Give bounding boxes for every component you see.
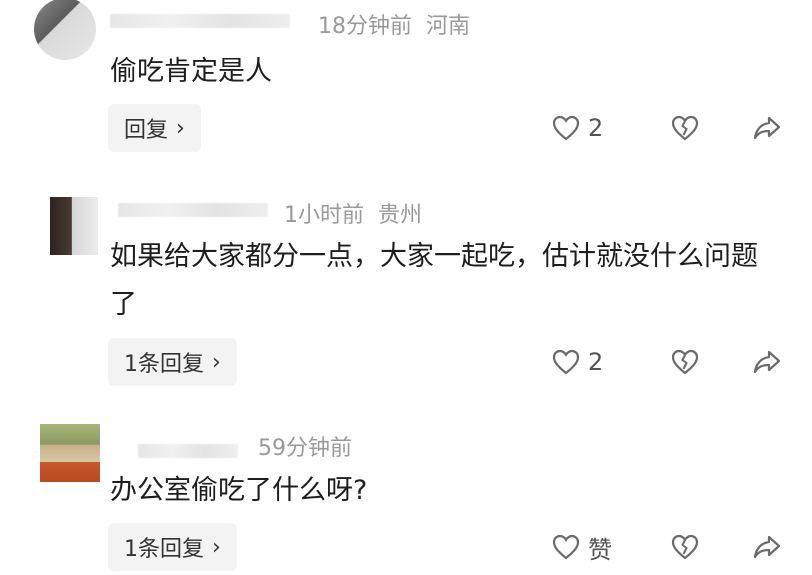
comment-time: 18分钟前 bbox=[318, 14, 412, 39]
share-arrow-icon bbox=[753, 116, 781, 140]
share-arrow-icon bbox=[753, 535, 781, 559]
dislike-button[interactable] bbox=[671, 523, 699, 571]
comment-meta: 18分钟前 河南 bbox=[318, 8, 470, 40]
username-blurred[interactable] bbox=[118, 203, 268, 217]
reply-label: 回复 bbox=[124, 118, 169, 143]
comment-text: 办公室偷吃了什么呀? bbox=[110, 475, 368, 506]
comment-location: 贵州 bbox=[378, 203, 423, 228]
comment-meta: 59分钟前 bbox=[258, 430, 352, 462]
reply-button[interactable]: 1条回复 › bbox=[108, 523, 237, 571]
avatar[interactable] bbox=[40, 424, 100, 482]
reply-button[interactable]: 1条回复 › bbox=[108, 338, 237, 386]
reply-button[interactable]: 回复 › bbox=[108, 104, 201, 152]
avatar[interactable] bbox=[50, 197, 98, 255]
reply-label: 1条回复 bbox=[124, 537, 204, 562]
share-arrow-icon bbox=[753, 350, 781, 374]
share-button[interactable] bbox=[752, 338, 782, 386]
like-count: 2 bbox=[588, 348, 604, 376]
share-button[interactable] bbox=[752, 523, 782, 571]
broken-heart-icon bbox=[671, 534, 699, 560]
comment-actions: 2 bbox=[532, 338, 812, 386]
comment-item: 1小时前 贵州 如果给大家都分一点，大家一起吃，估计就没什么问题了 1条回复 › … bbox=[0, 175, 812, 410]
like-label: 赞 bbox=[588, 535, 612, 564]
comment-item: 18分钟前 河南 偷吃肯定是人 回复 › 2 bbox=[0, 0, 812, 175]
broken-heart-icon bbox=[671, 115, 699, 141]
like-button[interactable]: 赞 bbox=[552, 523, 612, 571]
broken-heart-icon bbox=[671, 349, 699, 375]
dislike-button[interactable] bbox=[671, 338, 699, 386]
comment-actions: 赞 bbox=[532, 523, 812, 571]
comment-item: 59分钟前 办公室偷吃了什么呀? 1条回复 › 赞 bbox=[0, 410, 812, 575]
username-blurred[interactable] bbox=[138, 444, 238, 458]
comment-time: 1小时前 bbox=[284, 203, 364, 228]
comment-actions: 2 bbox=[532, 104, 812, 152]
comment-location: 河南 bbox=[426, 14, 471, 39]
heart-outline-icon bbox=[552, 349, 580, 375]
heart-outline-icon bbox=[552, 115, 580, 141]
comment-text: 如果给大家都分一点，大家一起吃，估计就没什么问题了 bbox=[110, 241, 758, 320]
chevron-right-icon: › bbox=[212, 534, 221, 560]
comment-meta: 1小时前 贵州 bbox=[284, 197, 422, 229]
heart-outline-icon bbox=[552, 534, 580, 560]
chevron-right-icon: › bbox=[176, 115, 185, 141]
share-button[interactable] bbox=[752, 104, 782, 152]
username-blurred[interactable] bbox=[110, 14, 290, 28]
like-button[interactable]: 2 bbox=[552, 338, 603, 386]
comment-text: 偷吃肯定是人 bbox=[110, 56, 272, 87]
chevron-right-icon: › bbox=[212, 349, 221, 375]
avatar[interactable] bbox=[34, 0, 96, 60]
like-count: 2 bbox=[588, 114, 604, 142]
reply-label: 1条回复 bbox=[124, 352, 204, 377]
dislike-button[interactable] bbox=[671, 104, 699, 152]
comment-time: 59分钟前 bbox=[258, 436, 352, 461]
like-button[interactable]: 2 bbox=[552, 104, 603, 152]
